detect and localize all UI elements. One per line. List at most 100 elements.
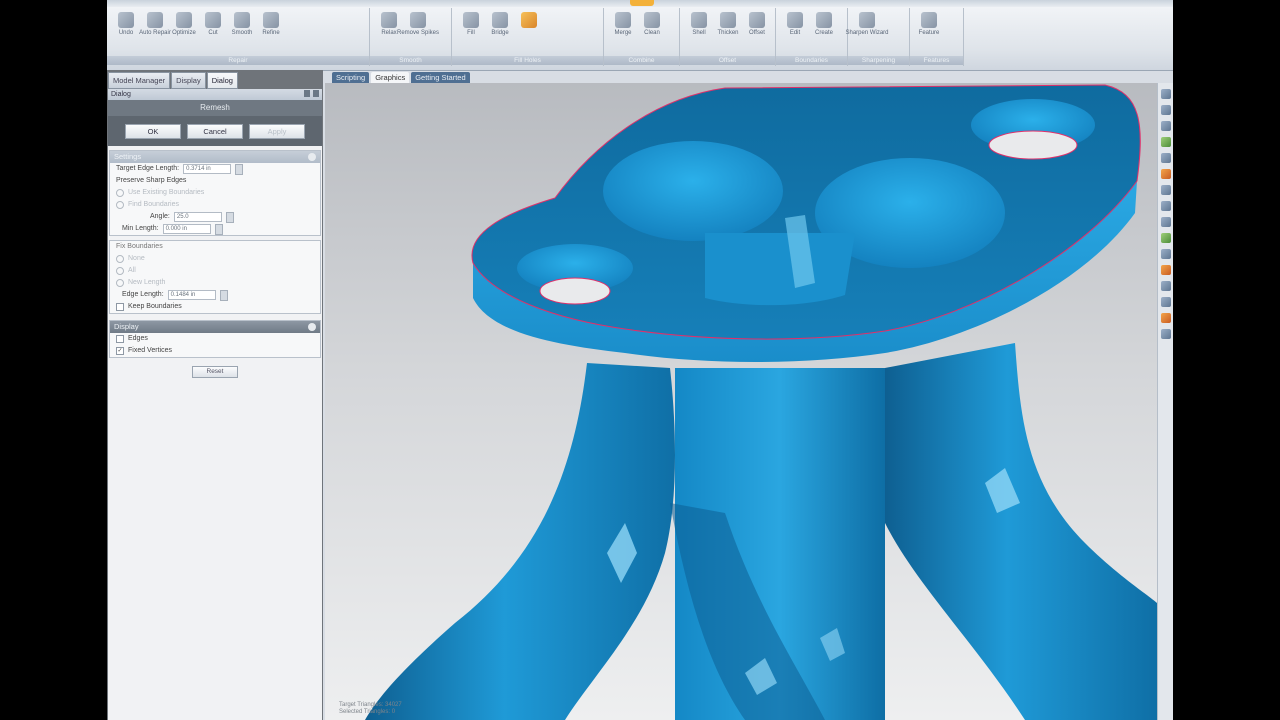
- radio-icon: [116, 189, 124, 197]
- spikes-icon: [410, 12, 426, 28]
- ribbon-group-offset: Shell Thicken Offset Offset: [680, 8, 776, 66]
- lighting-icon[interactable]: [1161, 137, 1171, 147]
- ribbon-group-label: Offset: [680, 56, 775, 65]
- remove-spikes-button[interactable]: Remove Spikes: [397, 12, 439, 36]
- feature-button[interactable]: Feature: [916, 12, 942, 36]
- fixed-vertices-option[interactable]: ✓ Fixed Vertices: [110, 345, 320, 357]
- apply-button[interactable]: Apply: [249, 123, 305, 139]
- collapse-icon[interactable]: [308, 323, 316, 331]
- render-icon[interactable]: [1161, 169, 1171, 179]
- undo-button[interactable]: Undo: [113, 12, 139, 36]
- use-existing-option[interactable]: Use Existing Boundaries: [110, 187, 320, 199]
- edge-length-input[interactable]: 0.1484 in: [167, 290, 216, 300]
- merge-button[interactable]: Merge: [610, 12, 636, 36]
- pan-icon[interactable]: [1161, 185, 1171, 195]
- clip-icon[interactable]: [1161, 297, 1171, 307]
- tab-display[interactable]: Display: [171, 72, 206, 89]
- collapse-icon[interactable]: [308, 153, 316, 161]
- tab-graphics[interactable]: Graphics: [371, 72, 410, 83]
- keep-boundaries-row[interactable]: Keep Boundaries: [110, 301, 320, 313]
- spinner-icon[interactable]: [214, 223, 223, 235]
- edit-boundary-button[interactable]: Edit: [782, 12, 808, 36]
- ribbon-group-repair: Undo Auto Repair Optimize Cut Smooth Ref…: [107, 8, 370, 66]
- spinner-icon[interactable]: [235, 163, 244, 175]
- clean-button[interactable]: Clean: [639, 12, 665, 36]
- rotate-icon[interactable]: [1161, 201, 1171, 211]
- hole-tools-button[interactable]: [516, 12, 542, 36]
- tab-getting-started[interactable]: Getting Started: [411, 72, 470, 83]
- panel-tabs: Model Manager Display Dialog: [107, 72, 324, 89]
- min-length-row: Min Length: 0.000 in: [110, 223, 320, 235]
- edges-option[interactable]: Edges: [110, 333, 320, 345]
- relax-icon: [381, 12, 397, 28]
- spinner-icon[interactable]: [225, 211, 234, 223]
- optimize-button[interactable]: Optimize: [171, 12, 197, 36]
- radio-icon: [116, 255, 124, 263]
- min-length-input[interactable]: 0.000 in: [162, 224, 211, 234]
- mesh-model[interactable]: [325, 83, 1157, 720]
- offset-icon: [749, 12, 765, 28]
- fill-button[interactable]: Fill: [458, 12, 484, 36]
- grid-icon[interactable]: [1161, 281, 1171, 291]
- target-edge-length-input[interactable]: 0.3714 in: [183, 164, 232, 174]
- thicken-button[interactable]: Thicken: [715, 12, 741, 36]
- edit-boundary-icon: [787, 12, 803, 28]
- all-option[interactable]: All: [110, 265, 320, 277]
- ribbon-group-label: Boundaries: [776, 56, 847, 65]
- close-icon[interactable]: [313, 90, 319, 97]
- tab-model-manager[interactable]: Model Manager: [108, 72, 171, 89]
- spinner-icon[interactable]: [219, 289, 228, 301]
- dialog-panel: Dialog Remesh OK Cancel Apply Settings T…: [108, 89, 322, 720]
- ribbon-group-features: Feature Features: [910, 8, 964, 66]
- view-toolbar: [1157, 83, 1173, 720]
- display-header[interactable]: Display: [110, 321, 320, 333]
- find-boundaries-option[interactable]: Find Boundaries: [110, 199, 320, 211]
- cut-button[interactable]: Cut: [200, 12, 226, 36]
- left-panel: Model Manager Display Dialog Dialog Reme…: [107, 70, 323, 720]
- fix-boundaries-section: Fix Boundaries None All New Length Edge …: [109, 240, 321, 314]
- new-length-option[interactable]: New Length: [110, 277, 320, 289]
- ribbon-group-label: Sharpening: [848, 56, 909, 65]
- view-top-icon[interactable]: [1161, 105, 1171, 115]
- thicken-icon: [720, 12, 736, 28]
- tab-dialog[interactable]: Dialog: [206, 72, 238, 89]
- sharpen-wizard-button[interactable]: Sharpen Wizard: [845, 12, 889, 36]
- color-icon[interactable]: [1161, 265, 1171, 275]
- smooth-button[interactable]: Smooth: [229, 12, 255, 36]
- bridge-button[interactable]: Bridge: [487, 12, 513, 36]
- sharpen-icon: [859, 12, 875, 28]
- none-option[interactable]: None: [110, 253, 320, 265]
- pin-icon[interactable]: [304, 90, 310, 97]
- settings-icon[interactable]: [1161, 329, 1171, 339]
- refine-button[interactable]: Refine: [258, 12, 284, 36]
- title-strip: [107, 0, 1173, 7]
- reset-button[interactable]: Reset: [192, 366, 238, 378]
- fit-icon[interactable]: [1161, 217, 1171, 227]
- radio-icon: [116, 279, 124, 287]
- checkbox-icon: [116, 335, 124, 343]
- create-boundary-button[interactable]: Create: [811, 12, 837, 36]
- settings-header[interactable]: Settings: [110, 151, 320, 163]
- undo-icon: [118, 12, 134, 28]
- graphics-viewport[interactable]: Target Triangles: 34027 Selected Triangl…: [325, 83, 1157, 720]
- ribbon-group-label: Smooth: [370, 56, 451, 65]
- ok-button[interactable]: OK: [125, 123, 181, 139]
- shell-button[interactable]: Shell: [686, 12, 712, 36]
- offset-button[interactable]: Offset: [744, 12, 770, 36]
- cancel-button[interactable]: Cancel: [187, 123, 243, 139]
- ribbon-toolbar: Undo Auto Repair Optimize Cut Smooth Ref…: [107, 0, 1173, 71]
- zoom-icon[interactable]: [1161, 153, 1171, 163]
- auto-repair-button[interactable]: Auto Repair: [139, 12, 171, 36]
- ribbon-group-label: Fill Holes: [452, 56, 603, 65]
- angle-row: Angle: 25.0: [110, 211, 320, 223]
- view-iso-icon[interactable]: [1161, 121, 1171, 131]
- highlight-icon[interactable]: [1161, 313, 1171, 323]
- view-front-icon[interactable]: [1161, 89, 1171, 99]
- ribbon-group-smooth: Relax Remove Spikes Smooth: [370, 8, 452, 66]
- section-icon[interactable]: [1161, 233, 1171, 243]
- angle-input[interactable]: 25.0: [173, 212, 222, 222]
- measure-icon[interactable]: [1161, 249, 1171, 259]
- app-menu-button[interactable]: [630, 0, 654, 6]
- tab-scripting[interactable]: Scripting: [332, 72, 370, 83]
- merge-icon: [615, 12, 631, 28]
